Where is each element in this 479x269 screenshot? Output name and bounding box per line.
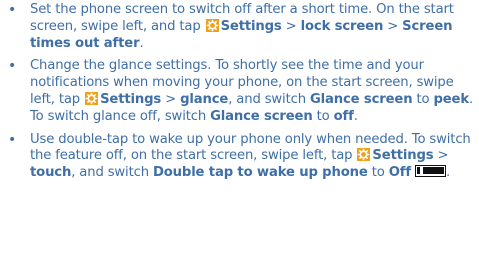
toggle-fill xyxy=(422,167,444,175)
bullet: • xyxy=(8,58,17,75)
list-item: • Set the phone screen to switch off aft… xyxy=(0,2,479,52)
gear-icon xyxy=(85,91,99,105)
settings-label: Settings xyxy=(220,18,282,34)
text: . xyxy=(139,35,144,51)
text: , and switch xyxy=(228,91,310,107)
menu-path-label: glance xyxy=(180,91,229,107)
list-item: • Change the glance settings. To shortly… xyxy=(0,58,479,125)
setting-name: Glance screen xyxy=(309,91,413,107)
text: to xyxy=(412,91,434,107)
text: > xyxy=(161,91,181,107)
text: > xyxy=(383,18,403,34)
text: . xyxy=(445,165,450,181)
menu-path-label: lock screen xyxy=(300,18,384,34)
bullet: • xyxy=(8,131,17,148)
settings-label: Settings xyxy=(372,148,434,164)
setting-name: Glance screen xyxy=(210,108,313,124)
gear-icon xyxy=(205,18,219,32)
setting-value: peek xyxy=(433,91,469,107)
toggle-off-icon xyxy=(414,165,446,178)
text: > xyxy=(433,148,449,164)
bullet: • xyxy=(8,2,17,18)
text: , and switch xyxy=(71,165,153,181)
text: > xyxy=(281,18,301,34)
settings-label: Settings xyxy=(100,91,162,107)
gear-icon xyxy=(357,148,371,162)
setting-name: Double tap to wake up phone xyxy=(152,165,368,181)
text: to xyxy=(312,108,334,124)
text: to xyxy=(367,165,389,181)
list-item: • Use double-tap to wake up your phone o… xyxy=(0,132,479,182)
setting-value: Off xyxy=(388,165,411,181)
setting-value: off xyxy=(333,108,354,124)
text: . xyxy=(353,108,358,124)
instruction-list: • Set the phone screen to switch off aft… xyxy=(0,2,479,182)
toggle-knob xyxy=(416,167,420,175)
menu-path-label: touch xyxy=(30,165,72,181)
